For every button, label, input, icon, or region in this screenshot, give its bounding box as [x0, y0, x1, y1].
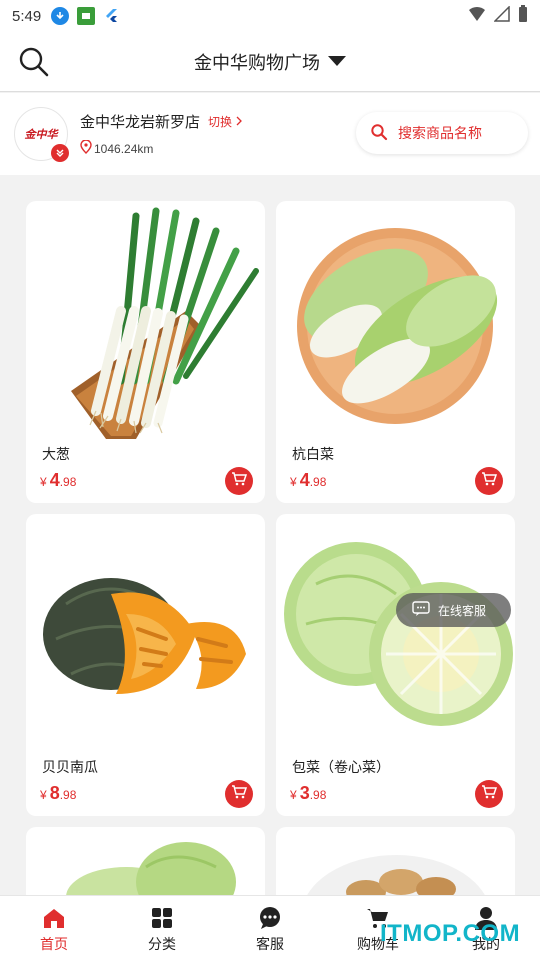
price-decimal: .98 — [59, 475, 77, 489]
chat-icon — [258, 906, 282, 930]
flutter-icon — [103, 7, 121, 25]
product-image — [284, 542, 513, 726]
switch-store-link[interactable]: 切换 — [208, 113, 243, 130]
cart-icon — [231, 471, 248, 492]
store-logo[interactable]: 金中华 — [14, 107, 69, 162]
price-decimal: .98 — [309, 788, 327, 802]
product-name: 杭白菜 — [292, 446, 334, 462]
status-time: 5:49 — [12, 7, 42, 25]
caret-down-icon — [328, 51, 346, 72]
tab-category[interactable]: 分类 — [108, 896, 216, 960]
grid-icon — [150, 906, 174, 930]
cart-icon — [481, 471, 498, 492]
search-icon[interactable] — [16, 44, 52, 80]
tab-label: 客服 — [256, 936, 284, 952]
app-notification-icon — [77, 7, 96, 25]
price-integer: 3 — [299, 783, 310, 803]
tab-home[interactable]: 首页 — [0, 896, 108, 960]
product-card[interactable]: 贝贝南瓜 ¥ 8 .98 — [26, 514, 265, 816]
message-icon — [412, 600, 430, 620]
product-image — [71, 207, 259, 439]
store-name: 金中华龙岩新罗店 — [80, 114, 201, 131]
product-card[interactable]: 杭白菜 ¥ 4 .98 — [276, 201, 515, 503]
tab-label: 首页 — [40, 936, 68, 952]
product-name: 大葱 — [42, 446, 70, 462]
product-price: ¥ 4 .98 — [290, 470, 326, 491]
price-currency: ¥ — [40, 788, 47, 802]
tab-service[interactable]: 客服 — [216, 896, 324, 960]
switch-store-label: 切换 — [208, 115, 233, 129]
product-name: 包菜（卷心菜） — [292, 759, 390, 775]
search-placeholder: 搜索商品名称 — [398, 125, 482, 141]
mall-selector[interactable]: 金中华购物广场 — [194, 49, 346, 75]
product-card[interactable]: 包菜（卷心菜） ¥ 3 .98 — [276, 514, 515, 816]
add-to-cart-button[interactable] — [475, 780, 503, 808]
add-to-cart-button[interactable] — [225, 780, 253, 808]
status-bar: 5:49 — [0, 0, 540, 32]
product-image — [297, 228, 498, 424]
online-service-label: 在线客服 — [438, 603, 487, 618]
store-bar: 金中华 金中华龙岩新罗店 切换 1046.24km 搜索商品名称 — [0, 93, 540, 175]
product-name: 贝贝南瓜 — [42, 759, 98, 775]
price-currency: ¥ — [40, 475, 47, 489]
price-integer: 8 — [49, 783, 60, 803]
product-price: ¥ 4 .98 — [40, 470, 76, 491]
double-chevron-down-icon — [51, 144, 69, 162]
product-card[interactable]: 大葱 ¥ 4 .98 — [26, 201, 265, 503]
add-to-cart-button[interactable] — [225, 467, 253, 495]
cart-icon — [231, 784, 248, 805]
price-integer: 4 — [49, 470, 60, 490]
home-icon — [42, 906, 66, 930]
watermark: ITMOP.COM — [380, 920, 521, 947]
wifi-icon — [468, 6, 486, 26]
download-icon — [51, 7, 70, 25]
app-header: 金中华购物广场 — [0, 32, 540, 92]
search-icon — [370, 123, 388, 144]
battery-icon — [518, 5, 528, 27]
chevron-right-icon — [235, 115, 243, 129]
signal-icon — [493, 5, 510, 26]
price-currency: ¥ — [290, 788, 297, 802]
location-pin-icon — [80, 139, 92, 157]
cart-icon — [481, 784, 498, 805]
price-decimal: .98 — [309, 475, 327, 489]
product-price: ¥ 8 .98 — [40, 783, 76, 804]
price-decimal: .98 — [59, 788, 77, 802]
online-service-button[interactable]: 在线客服 — [396, 593, 511, 627]
price-currency: ¥ — [290, 475, 297, 489]
store-logo-text: 金中华 — [24, 129, 58, 141]
product-image — [43, 578, 246, 694]
store-distance: 1046.24km — [94, 141, 154, 156]
product-price: ¥ 3 .98 — [290, 783, 326, 804]
add-to-cart-button[interactable] — [475, 467, 503, 495]
page-title: 金中华购物广场 — [194, 52, 320, 73]
product-search-input[interactable]: 搜索商品名称 — [356, 112, 528, 154]
price-integer: 4 — [299, 470, 310, 490]
tab-label: 分类 — [148, 936, 176, 952]
store-info: 金中华龙岩新罗店 切换 1046.24km — [80, 111, 243, 157]
